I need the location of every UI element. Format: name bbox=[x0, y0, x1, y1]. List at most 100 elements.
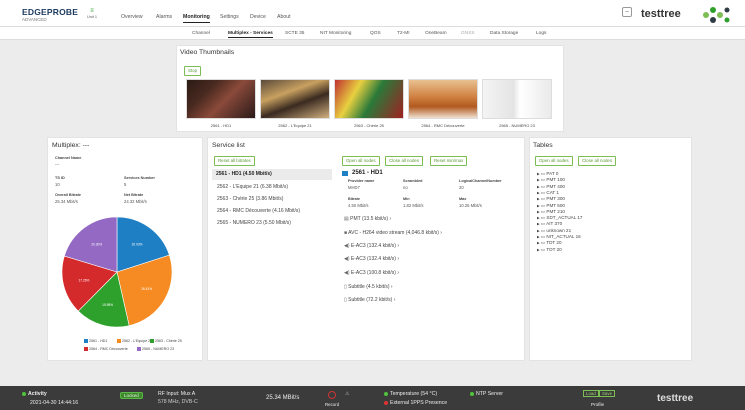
node-subtitle[interactable]: ▯ Subtitle (72.2 kbit/s) › bbox=[344, 297, 395, 303]
record-icon[interactable] bbox=[328, 391, 336, 399]
net-bitrate-label: Net Bitrate bbox=[124, 193, 144, 197]
table-tree-item[interactable]: ▶ ▭ PMT 210 bbox=[537, 209, 565, 215]
locked-badge: Locked bbox=[120, 392, 143, 399]
table-tree-item[interactable]: ▶ ▭ PAT 0 bbox=[537, 171, 558, 177]
legend-item: 2564 - RMC Découverte bbox=[84, 347, 128, 352]
table-tree-item[interactable]: ▶ ▭ TDT 20 bbox=[537, 240, 562, 246]
top-bar: EDGEPROBE ADVANCED ≡ Unit 1 Overview Ala… bbox=[0, 0, 745, 27]
table-tree-item[interactable]: ▶ ▭ CAT 1 bbox=[537, 190, 559, 196]
legend-item: 2563 - Chérie 25 bbox=[150, 339, 182, 344]
minimize-icon[interactable]: – bbox=[622, 7, 632, 17]
table-tree-label: PMT 400 bbox=[546, 183, 565, 189]
min-label: Min bbox=[403, 197, 410, 201]
service-item[interactable]: 2563 - Chérie 25 (3.86 Mbit/s) bbox=[217, 196, 283, 202]
thumbnail-caption: 2564 - RMC Découverte bbox=[421, 123, 465, 128]
overall-bitrate-value: 25.34 Mbit/s bbox=[55, 199, 78, 204]
save-button[interactable]: Save bbox=[599, 390, 616, 397]
status-dot-icon bbox=[384, 391, 388, 396]
tables-close-all-button[interactable]: Close all nodes bbox=[578, 156, 617, 166]
status-dot-icon bbox=[384, 400, 388, 405]
table-tree-label: unknown 21 bbox=[546, 227, 572, 233]
table-tree-item[interactable]: ▶ ▭ SDT_ACTUAL 17 bbox=[537, 215, 582, 221]
thumbnail-2564[interactable] bbox=[408, 79, 478, 119]
table-tree-item[interactable]: ▶ ▭ NIT_ACTUAL 16 bbox=[537, 234, 581, 240]
profile-label: Profile bbox=[591, 402, 605, 407]
table-tree-label: TOT 20 bbox=[546, 246, 562, 252]
table-tree-item[interactable]: ▶ ▭ unknown 21 bbox=[537, 228, 571, 234]
tab-data-storage[interactable]: Data Storage bbox=[490, 31, 518, 36]
thumbnail-caption: 2563 - Chérie 25 bbox=[354, 123, 384, 128]
node-label: PMT (13.5 kbit/s) bbox=[350, 216, 389, 222]
warning-icon: ⚠ bbox=[345, 391, 350, 397]
nav-about[interactable]: About bbox=[277, 14, 291, 20]
provider-label: Provider name bbox=[348, 179, 375, 183]
service-item[interactable]: 2564 - RMC Découverte (4.16 Mbit/s) bbox=[217, 208, 300, 214]
table-tree-item[interactable]: ▶ ▭ PMT 500 bbox=[537, 203, 565, 209]
load-button[interactable]: Load bbox=[583, 390, 599, 397]
node-subtitle[interactable]: ▯ Subtitle (4.5 kbit/s) › bbox=[344, 284, 393, 290]
nav-device[interactable]: Device bbox=[250, 14, 266, 20]
legend-item: 2565 - NUMERO 23 bbox=[137, 347, 174, 352]
tab-t2mi[interactable]: T2-MI bbox=[397, 31, 410, 36]
ts-id-value: 10 bbox=[55, 182, 60, 187]
node-audio[interactable]: ◀) E-AC3 (132.4 kbit/s) › bbox=[344, 243, 399, 249]
service-item[interactable]: 2562 - L'Equipe 21 (6.38 Mbit/s) bbox=[217, 184, 288, 190]
table-tree-item[interactable]: ▶ ▭ PMT 300 bbox=[537, 196, 565, 202]
tab-logs[interactable]: Logs bbox=[536, 31, 546, 36]
nav-settings[interactable]: Settings bbox=[220, 14, 239, 20]
service-item[interactable]: 2561 - HD1 (4.50 Mbit/s) bbox=[212, 169, 332, 180]
reset-all-bitrates-button[interactable]: Reset all bitrates bbox=[214, 156, 255, 166]
tab-nit-monitoring[interactable]: NIT Monitoring bbox=[320, 31, 351, 36]
rf-input: RF Input: Mux A bbox=[158, 391, 196, 397]
activity-label: Activity bbox=[22, 391, 47, 397]
status-dot-icon bbox=[470, 391, 474, 396]
table-tree-item[interactable]: ▶ ▭ TOT 20 bbox=[537, 247, 562, 253]
lcn-value: 20 bbox=[459, 185, 464, 190]
service-item[interactable]: 2565 - NUMERO 23 (5.50 Mbit/s) bbox=[217, 220, 291, 226]
services-number-value: 5 bbox=[124, 182, 127, 187]
ts-id-label: TS ID bbox=[55, 176, 65, 180]
thumbnail-caption: 2561 - HD1 bbox=[210, 123, 232, 128]
node-audio[interactable]: ◀) E-AC3 (100.8 kbit/s) › bbox=[344, 270, 399, 276]
service-list-title: Service list bbox=[212, 142, 245, 149]
brand-subtitle: ADVANCED bbox=[22, 17, 47, 22]
pie-slice-label: 20.30% bbox=[91, 243, 102, 247]
node-video[interactable]: ■ AVC - H264 video stream (4,046.8 kbit/… bbox=[344, 230, 442, 236]
temperature-status: Temperature (54 °C) bbox=[384, 391, 437, 397]
multiplex-title: Multiplex: --- bbox=[52, 142, 90, 149]
nav-alarms[interactable]: Alarms bbox=[156, 14, 172, 20]
table-tree-item[interactable]: ▶ ▭ AIT 370 bbox=[537, 221, 562, 227]
thumbnail-2563[interactable] bbox=[334, 79, 404, 119]
tab-multiplex-services[interactable]: Multiplex - Services bbox=[228, 31, 273, 38]
tab-onebeam[interactable]: OneBeam bbox=[425, 31, 447, 36]
node-label: AVC - H264 video stream (4,046.8 kbit/s) bbox=[348, 230, 439, 236]
tables-open-all-button[interactable]: Open all nodes bbox=[535, 156, 573, 166]
open-all-nodes-button[interactable]: Open all nodes bbox=[342, 156, 380, 166]
legend-label: 2562 - L'Equipe 21 bbox=[122, 339, 153, 343]
provider-value: MHD7 bbox=[348, 185, 360, 190]
thumbnail-2561[interactable] bbox=[186, 79, 256, 119]
nav-overview[interactable]: Overview bbox=[121, 14, 143, 20]
table-tree-item[interactable]: ▶ ▭ PMT 400 bbox=[537, 184, 565, 190]
tab-qos[interactable]: QOS bbox=[370, 31, 381, 36]
thumbnail-2565[interactable] bbox=[482, 79, 552, 119]
table-tree-label: NIT_ACTUAL 16 bbox=[546, 234, 581, 239]
reset-min-max-button[interactable]: Reset min/max bbox=[430, 156, 468, 166]
table-tree-label: PMT 100 bbox=[546, 177, 565, 183]
nav-monitoring[interactable]: Monitoring bbox=[183, 14, 210, 23]
node-audio[interactable]: ◀) E-AC3 (132.4 kbit/s) › bbox=[344, 256, 399, 262]
bitrate-value: 4.50 Mbit/s bbox=[348, 203, 369, 208]
close-all-nodes-button[interactable]: Close all nodes bbox=[385, 156, 424, 166]
tab-scte35[interactable]: SCTE 35 bbox=[285, 31, 304, 36]
node-label: Subtitle (72.2 kbit/s) bbox=[348, 297, 393, 303]
node-pmt[interactable]: ▤ PMT (13.5 kbit/s) › bbox=[344, 216, 391, 222]
node-label: E-AC3 (100.8 kbit/s) bbox=[350, 270, 396, 276]
stop-button[interactable]: Stop bbox=[184, 66, 202, 76]
thumbnail-2562[interactable] bbox=[260, 79, 330, 119]
legend-label: 2564 - RMC Découverte bbox=[89, 347, 128, 351]
tab-channel[interactable]: Channel bbox=[192, 31, 210, 36]
max-value: 10.25 Mbit/s bbox=[459, 203, 482, 208]
node-label: Subtitle (4.5 kbit/s) bbox=[348, 284, 390, 290]
table-tree-item[interactable]: ▶ ▭ PMT 100 bbox=[537, 177, 565, 183]
unit-selector[interactable]: ≡ Unit 1 bbox=[86, 8, 98, 22]
